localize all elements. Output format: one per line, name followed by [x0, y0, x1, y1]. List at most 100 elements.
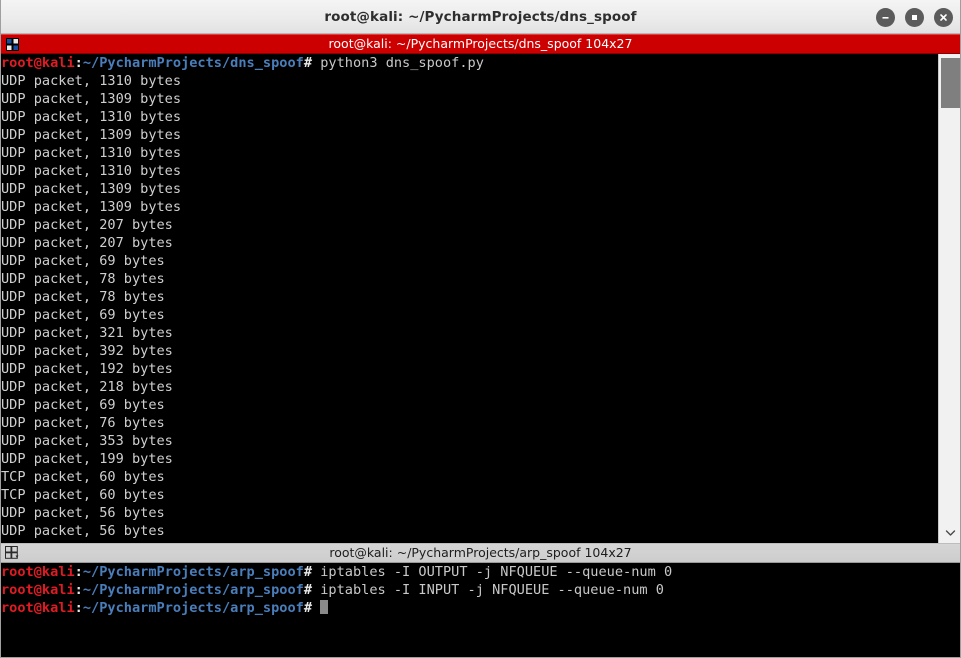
output-text: UDP packet, 321 bytes: [1, 325, 173, 341]
minimize-icon: [882, 16, 889, 19]
terminal-pane-arp-spoof[interactable]: root@kali:~/PycharmProjects/arp_spoof# i…: [0, 563, 961, 658]
output-text: UDP packet, 69 bytes: [1, 253, 165, 269]
terminal-line: UDP packet, 218 bytes: [0, 378, 938, 396]
command-text: python3 dns_spoof.py: [320, 55, 484, 71]
terminal-line: UDP packet, 69 bytes: [0, 306, 938, 324]
terminal-line: UDP packet, 56 bytes: [0, 522, 938, 540]
terminal-line: UDP packet, 1309 bytes: [0, 126, 938, 144]
prompt-user: root@kali: [1, 55, 75, 71]
terminal-line: UDP packet, 1310 bytes: [0, 72, 938, 90]
output-text: UDP packet, 1309 bytes: [1, 181, 182, 197]
prompt-path: ~/PycharmProjects/arp_spoof: [82, 600, 304, 616]
terminal-line: UDP packet, 392 bytes: [0, 342, 938, 360]
window-title: root@kali: ~/PycharmProjects/dns_spoof: [324, 8, 637, 25]
prompt-user: root@kali: [1, 564, 75, 580]
output-text: UDP packet, 192 bytes: [1, 361, 173, 377]
terminal-line: UDP packet, 1310 bytes: [0, 162, 938, 180]
terminal-line: UDP packet, 1309 bytes: [0, 198, 938, 216]
output-text: UDP packet, 78 bytes: [1, 271, 165, 287]
output-text: UDP packet, 353 bytes: [1, 433, 173, 449]
output-text: UDP packet, 78 bytes: [1, 289, 165, 305]
prompt-user: root@kali: [1, 600, 75, 616]
output-text: UDP packet, 1310 bytes: [1, 73, 182, 89]
output-text: UDP packet, 218 bytes: [1, 379, 173, 395]
prompt-separator: :: [74, 600, 83, 616]
scrollbar-thumb[interactable]: [941, 58, 960, 108]
prompt-sigil: #: [303, 55, 313, 71]
terminal-line: root@kali:~/PycharmProjects/arp_spoof# i…: [0, 581, 961, 599]
terminal-line: UDP packet, 1310 bytes: [0, 108, 938, 126]
output-text: UDP packet, 1310 bytes: [1, 145, 182, 161]
output-text: TCP packet, 60 bytes: [1, 469, 165, 485]
terminal-line: UDP packet, 78 bytes: [0, 270, 938, 288]
prompt-user: root@kali: [1, 582, 75, 598]
chevron-down-icon: [945, 529, 956, 536]
maximize-button[interactable]: [905, 7, 924, 27]
terminal-pane-dns-spoof[interactable]: root@kali:~/PycharmProjects/dns_spoof# p…: [0, 54, 938, 543]
terminal-line: root@kali:~/PycharmProjects/dns_spoof# p…: [0, 54, 938, 72]
prompt-separator: :: [74, 564, 83, 580]
terminal-line: UDP packet, 353 bytes: [0, 432, 938, 450]
maximize-icon: [912, 14, 917, 20]
terminal-line: UDP packet, 1309 bytes: [0, 180, 938, 198]
pane-header-arp-spoof[interactable]: root@kali: ~/PycharmProjects/arp_spoof 1…: [0, 543, 961, 563]
output-text: UDP packet, 1309 bytes: [1, 127, 182, 143]
terminal-line: UDP packet, 69 bytes: [0, 396, 938, 414]
terminal-line: UDP packet, 76 bytes: [0, 414, 938, 432]
terminal-line: root@kali:~/PycharmProjects/arp_spoof# i…: [0, 563, 961, 581]
terminal-command: iptables -I INPUT -j NFQUEUE --queue-num…: [312, 582, 664, 598]
output-text: TCP packet, 60 bytes: [1, 487, 165, 503]
terminal-command: [312, 600, 320, 616]
terminal-line: UDP packet, 78 bytes: [0, 288, 938, 306]
prompt-path: ~/PycharmProjects/arp_spoof: [82, 582, 304, 598]
terminal-line: UDP packet, 1309 bytes: [0, 90, 938, 108]
prompt-path: ~/PycharmProjects/dns_spoof: [82, 55, 304, 71]
command-text: iptables -I INPUT -j NFQUEUE --queue-num…: [320, 582, 664, 598]
grid-icon[interactable]: [4, 36, 21, 52]
terminal-line: TCP packet, 60 bytes: [0, 468, 938, 486]
terminal-line: UDP packet, 207 bytes: [0, 216, 938, 234]
terminal-line: UDP packet, 199 bytes: [0, 450, 938, 468]
output-text: UDP packet, 56 bytes: [1, 523, 165, 539]
terminal-window: root@kali: ~/PycharmProjects/dns_spoof r…: [0, 0, 961, 658]
minimize-button[interactable]: [876, 7, 895, 27]
output-text: UDP packet, 1309 bytes: [1, 91, 182, 107]
output-text: UDP packet, 1309 bytes: [1, 199, 182, 215]
terminal-command: python3 dns_spoof.py: [312, 55, 484, 71]
grid-icon-glyph: [5, 37, 19, 51]
terminal-line: TCP packet, 60 bytes: [0, 486, 938, 504]
terminal-line: UDP packet, 56 bytes: [0, 504, 938, 522]
prompt-separator: :: [74, 582, 83, 598]
prompt-sigil: #: [303, 600, 313, 616]
grid-icon[interactable]: [4, 545, 21, 561]
pane-tab-label-dns-spoof: root@kali: ~/PycharmProjects/dns_spoof 1…: [328, 36, 633, 51]
window-titlebar: root@kali: ~/PycharmProjects/dns_spoof: [0, 0, 961, 34]
output-text: UDP packet, 207 bytes: [1, 217, 173, 233]
window-controls: [876, 0, 953, 34]
prompt-path: ~/PycharmProjects/arp_spoof: [82, 564, 304, 580]
terminal-line: UDP packet, 1310 bytes: [0, 144, 938, 162]
prompt-separator: :: [74, 55, 83, 71]
terminal-line: UDP packet, 321 bytes: [0, 324, 938, 342]
terminal-line: UDP packet, 69 bytes: [0, 252, 938, 270]
close-button[interactable]: [934, 7, 953, 27]
prompt-sigil: #: [303, 582, 313, 598]
terminal-line: UDP packet, 192 bytes: [0, 360, 938, 378]
output-text: UDP packet, 69 bytes: [1, 397, 165, 413]
output-text: UDP packet, 392 bytes: [1, 343, 173, 359]
terminal-line: UDP packet, 207 bytes: [0, 234, 938, 252]
pane-header-dns-spoof[interactable]: root@kali: ~/PycharmProjects/dns_spoof 1…: [0, 34, 961, 54]
output-text: UDP packet, 207 bytes: [1, 235, 173, 251]
grid-icon-glyph: [4, 546, 18, 559]
close-icon: [940, 13, 947, 21]
output-text: UDP packet, 1310 bytes: [1, 163, 182, 179]
output-text: UDP packet, 1310 bytes: [1, 109, 182, 125]
pane-tab-label-arp-spoof: root@kali: ~/PycharmProjects/arp_spoof 1…: [329, 545, 632, 560]
command-text: iptables -I OUTPUT -j NFQUEUE --queue-nu…: [320, 564, 673, 580]
terminal-command: iptables -I OUTPUT -j NFQUEUE --queue-nu…: [312, 564, 672, 580]
scrollbar-down-button[interactable]: [941, 524, 960, 541]
terminal-scrollbar[interactable]: [938, 54, 961, 543]
output-text: UDP packet, 199 bytes: [1, 451, 173, 467]
text-cursor: [320, 600, 329, 614]
output-text: UDP packet, 76 bytes: [1, 415, 165, 431]
